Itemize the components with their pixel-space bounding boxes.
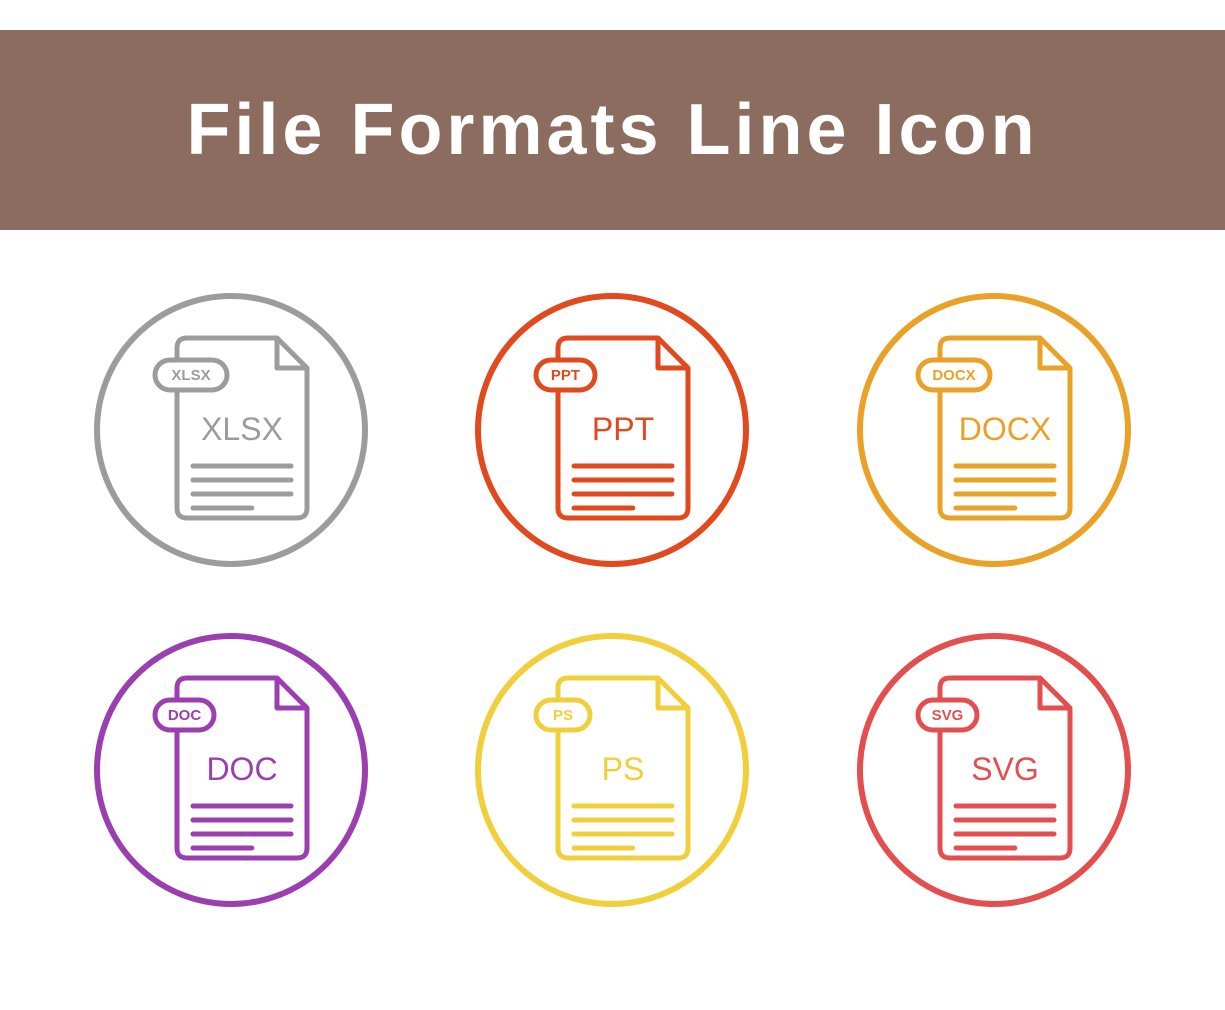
file-format-icon: PPT PPT (472, 290, 752, 570)
file-format-label: PPT (592, 411, 654, 447)
file-format-icon: DOC DOC (91, 630, 371, 910)
file-format-label: DOCX (959, 411, 1051, 447)
header-banner: File Formats Line Icon (0, 30, 1225, 230)
file-icon-ps: PS PS (472, 630, 752, 910)
icon-grid: XLSX XLSX PPT PPT DOCX DOCX DOC DOC PS PS SVG… (0, 230, 1225, 950)
file-tag-label: PPT (551, 367, 580, 384)
file-format-label: XLSX (201, 411, 283, 447)
file-format-label: SVG (971, 751, 1039, 787)
file-format-icon: PS PS (472, 630, 752, 910)
file-icon-doc: DOC DOC (91, 630, 371, 910)
file-format-label: PS (602, 751, 645, 787)
file-tag-label: SVG (932, 707, 964, 724)
file-format-label: DOC (206, 751, 277, 787)
file-tag-label: PS (553, 707, 573, 724)
file-tag-label: DOCX (932, 367, 975, 384)
file-icon-ppt: PPT PPT (472, 290, 752, 570)
file-icon-docx: DOCX DOCX (854, 290, 1134, 570)
file-tag-label: DOC (168, 707, 202, 724)
file-icon-xlsx: XLSX XLSX (91, 290, 371, 570)
file-format-icon: XLSX XLSX (91, 290, 371, 570)
file-format-icon: DOCX DOCX (854, 290, 1134, 570)
file-icon-svg: SVG SVG (854, 630, 1134, 910)
page-title: File Formats Line Icon (186, 89, 1038, 171)
file-format-icon: SVG SVG (854, 630, 1134, 910)
file-tag-label: XLSX (171, 367, 210, 384)
